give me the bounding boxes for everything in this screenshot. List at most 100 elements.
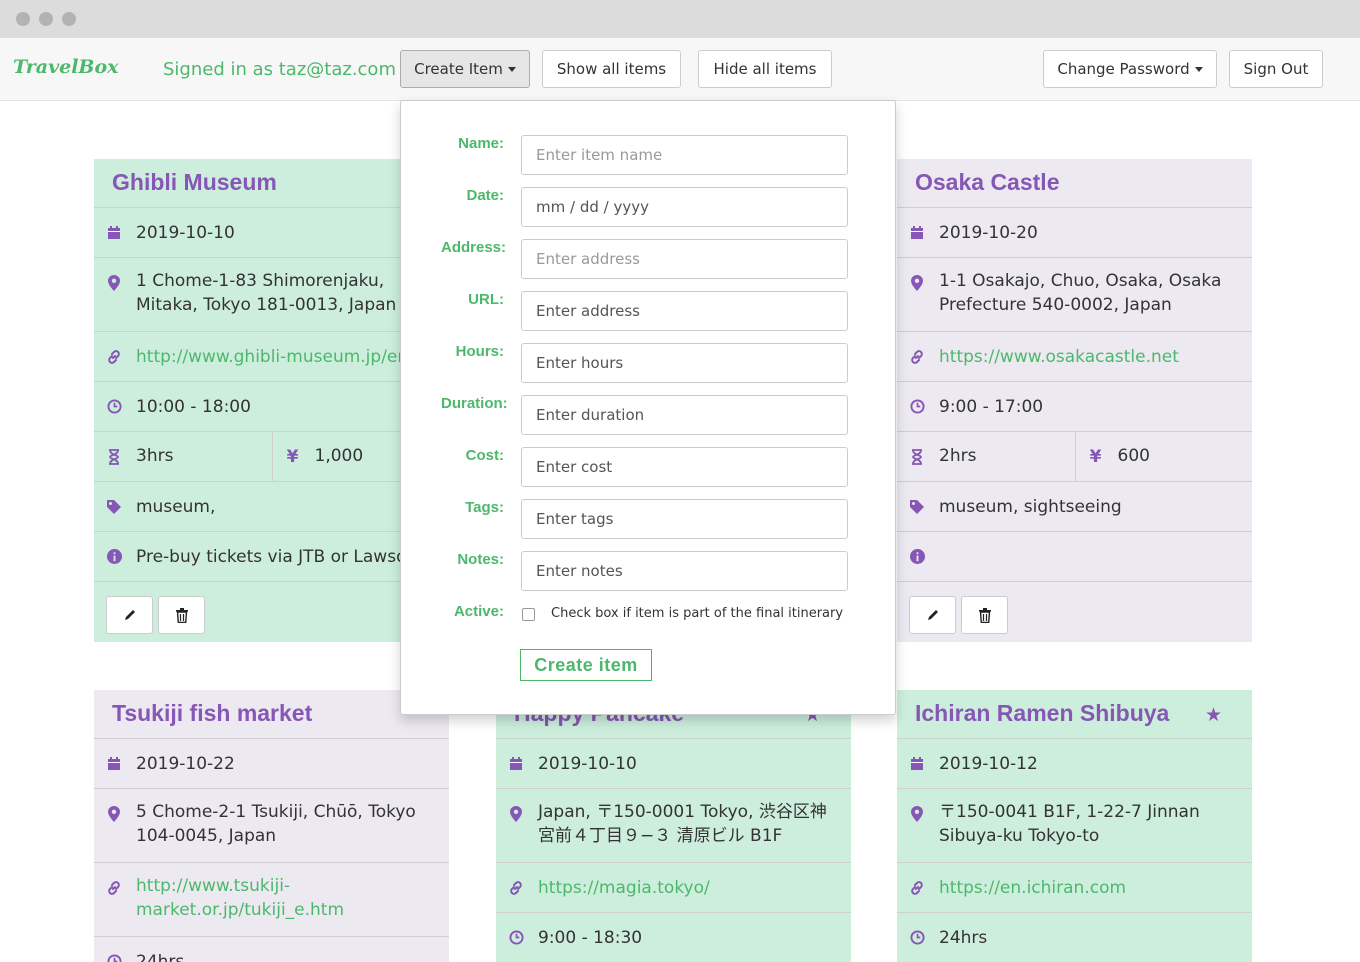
duration-input[interactable] xyxy=(521,395,848,435)
card-address-row: 1 Chome-1-83 Shimorenjaku, Mitaka, Tokyo… xyxy=(94,258,449,332)
card-actions xyxy=(94,582,449,642)
navbar: TravelBox Signed in as taz@taz.com Creat… xyxy=(0,38,1360,101)
signed-in-text: Signed in as taz@taz.com xyxy=(163,59,396,80)
clock-icon xyxy=(909,930,925,946)
card-hours: 24hrs xyxy=(136,951,185,962)
delete-button[interactable] xyxy=(158,596,205,634)
sign-out-button[interactable]: Sign Out xyxy=(1229,50,1323,88)
active-label: Active: xyxy=(453,603,504,620)
tag-icon xyxy=(909,499,925,515)
star-icon[interactable]: ★ xyxy=(1205,704,1222,726)
card-date-row: 2019-10-10 xyxy=(94,208,449,258)
card-address-row: 5 Chome-2-1 Tsukiji, Chūō, Tokyo 104-004… xyxy=(94,789,449,863)
name-label: Name: xyxy=(458,135,504,152)
hours-label: Hours: xyxy=(455,343,504,360)
card-hours: 10:00 - 18:00 xyxy=(136,396,251,417)
link-icon xyxy=(508,880,524,896)
link-icon xyxy=(909,880,925,896)
card-url-link[interactable]: https://en.ichiran.com xyxy=(939,876,1244,900)
card-duration-cell: 3hrs xyxy=(94,432,272,481)
create-item-dropdown-button[interactable]: Create Item xyxy=(400,50,530,88)
card-tags: museum, xyxy=(136,496,216,517)
card-notes-row: Pre-buy tickets via JTB or Lawson xyxy=(94,532,449,582)
card-hours: 9:00 - 18:30 xyxy=(538,927,643,948)
tags-label: Tags: xyxy=(465,499,504,516)
card-date: 2019-10-10 xyxy=(136,222,235,243)
tags-input[interactable] xyxy=(521,499,848,539)
card-hours-row: 9:00 - 18:30 xyxy=(496,913,851,962)
hourglass-icon xyxy=(909,449,925,465)
card-address-row: 〒150-0041 B1F, 1-22-7 Jinnan Sibuya-ku T… xyxy=(897,789,1252,863)
card-address: 1 Chome-1-83 Shimorenjaku, Mitaka, Tokyo… xyxy=(136,271,397,315)
window-titlebar xyxy=(0,0,1360,38)
cost-label: Cost: xyxy=(465,447,504,464)
card-duration: 2hrs xyxy=(939,446,977,466)
map-marker-icon xyxy=(106,275,122,291)
date-input[interactable] xyxy=(521,187,848,227)
card-duration-cost-row: 2hrs ¥ 600 xyxy=(897,432,1252,482)
map-marker-icon xyxy=(909,275,925,291)
card-url-link[interactable]: https://magia.tokyo/ xyxy=(538,876,843,900)
card-date: 2019-10-12 xyxy=(939,753,1038,774)
item-card-ichiran-ramen-shibuya: Ichiran Ramen Shibuya ★ 2019-10-12 〒150-… xyxy=(897,690,1252,962)
edit-button[interactable] xyxy=(909,596,956,634)
card-url-link[interactable]: http://www.tsukiji- market.or.jp/tukiji_… xyxy=(136,874,441,922)
card-date: 2019-10-10 xyxy=(538,753,637,774)
minimize-window-dot[interactable] xyxy=(39,12,53,26)
create-item-dropdown: Name: Date: Address: URL: Hours: Duratio… xyxy=(400,100,896,715)
close-window-dot[interactable] xyxy=(16,12,30,26)
maximize-window-dot[interactable] xyxy=(62,12,76,26)
clock-icon xyxy=(909,399,925,415)
calendar-icon xyxy=(909,756,925,772)
card-hours: 24hrs xyxy=(939,927,988,948)
card-hours-row: 24hrs xyxy=(94,937,449,962)
link-icon xyxy=(106,880,122,896)
tag-icon xyxy=(106,499,122,515)
active-checkbox[interactable] xyxy=(522,608,535,621)
card-hours-row: 24hrs xyxy=(897,913,1252,962)
clock-icon xyxy=(106,954,122,962)
card-url-link[interactable]: https://www.osakacastle.net xyxy=(939,345,1244,369)
hours-input[interactable] xyxy=(521,343,848,383)
card-hours: 9:00 - 17:00 xyxy=(939,396,1044,417)
card-cost-cell: ¥ 600 xyxy=(1074,432,1253,481)
card-address: Japan, 〒150-0001 Tokyo, 渋谷区神 宮前４丁目９−３ 清原… xyxy=(538,802,827,846)
clock-icon xyxy=(106,399,122,415)
card-url-row: https://www.osakacastle.net xyxy=(897,332,1252,382)
card-notes-row xyxy=(897,532,1252,582)
hide-all-items-button[interactable]: Hide all items xyxy=(698,50,832,88)
brand-logo[interactable]: TravelBox xyxy=(13,56,118,78)
change-password-dropdown-button[interactable]: Change Password xyxy=(1043,50,1217,88)
card-title: Tsukiji fish market xyxy=(112,700,313,726)
show-all-items-button[interactable]: Show all items xyxy=(542,50,681,88)
card-header: Tsukiji fish market xyxy=(94,690,449,739)
trash-icon xyxy=(175,607,188,623)
card-url-row: https://magia.tokyo/ xyxy=(496,863,851,913)
card-tags: museum, sightseeing xyxy=(939,496,1122,517)
clock-icon xyxy=(508,930,524,946)
card-header: Ghibli Museum xyxy=(94,159,449,208)
card-duration: 3hrs xyxy=(136,446,174,466)
create-item-submit-button[interactable]: Create item xyxy=(520,649,652,681)
card-address: 1-1 Osakajo, Chuo, Osaka, Osaka Prefectu… xyxy=(939,271,1222,315)
notes-input[interactable] xyxy=(521,551,848,591)
card-title: Ghibli Museum xyxy=(112,169,277,195)
card-address: 〒150-0041 B1F, 1-22-7 Jinnan Sibuya-ku T… xyxy=(939,802,1200,846)
notes-label: Notes: xyxy=(457,551,504,568)
item-card-tsukiji-fish-market: Tsukiji fish market 2019-10-22 5 Chome-2… xyxy=(94,690,449,962)
duration-label: Duration: xyxy=(441,395,508,412)
address-input[interactable] xyxy=(521,239,848,279)
cost-input[interactable] xyxy=(521,447,848,487)
name-input[interactable] xyxy=(521,135,848,175)
url-input[interactable] xyxy=(521,291,848,331)
card-tags-row: museum, sightseeing xyxy=(897,482,1252,532)
delete-button[interactable] xyxy=(961,596,1008,634)
card-hours-row: 10:00 - 18:00 xyxy=(94,382,449,432)
map-marker-icon xyxy=(106,806,122,822)
card-date: 2019-10-20 xyxy=(939,222,1038,243)
caret-down-icon xyxy=(1194,66,1203,72)
card-cost: 600 xyxy=(1117,446,1150,466)
edit-button[interactable] xyxy=(106,596,153,634)
info-icon xyxy=(106,549,122,565)
card-url-row: https://en.ichiran.com xyxy=(897,863,1252,913)
